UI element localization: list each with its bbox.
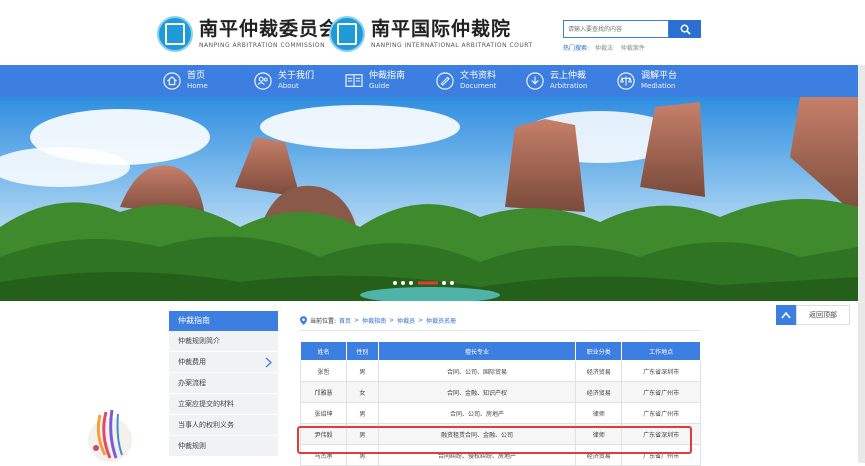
decorative-illustration-icon bbox=[88, 409, 132, 462]
nav-label-cn: 调解平台 bbox=[641, 71, 678, 81]
nav-item-document[interactable]: 文书资料 Document bbox=[435, 69, 496, 93]
column-header: 性别 bbox=[345, 341, 379, 361]
commission-emblem-icon bbox=[157, 16, 193, 52]
table-header-row: 姓名 性别 擅长专业 职业分类 工作地点 bbox=[300, 341, 701, 361]
nav-item-about[interactable]: 关于我们 About bbox=[253, 69, 314, 93]
main-nav: 首页 Home 关于我们 About 仲裁指南 Guide 文书资料 Docum… bbox=[0, 65, 858, 97]
cell-name[interactable]: 张绍坤 bbox=[300, 402, 347, 424]
cell-name[interactable]: 张哲 bbox=[300, 360, 347, 382]
logo-commission[interactable]: 南平仲裁委员会 NANPING ARBITRATION COMMISSION bbox=[157, 14, 339, 54]
nav-label-en: About bbox=[278, 82, 299, 90]
logo-commission-cn: 南平仲裁委员会 bbox=[199, 18, 340, 40]
column-header: 擅长专业 bbox=[377, 341, 577, 361]
column-header: 工作地点 bbox=[621, 341, 701, 361]
arrow-up-icon bbox=[776, 305, 796, 325]
breadcrumb-divider bbox=[300, 330, 700, 331]
book-icon bbox=[344, 71, 364, 91]
cell-specialty: 合同、金融、知识产权 bbox=[377, 381, 577, 403]
cell-gender: 男 bbox=[345, 360, 379, 382]
nav-label-cn: 仲裁指南 bbox=[369, 71, 406, 81]
cell-location: 广东省广州市 bbox=[621, 402, 701, 424]
site-header: 南平仲裁委员会 NANPING ARBITRATION COMMISSION 南… bbox=[0, 0, 865, 65]
home-icon bbox=[162, 71, 182, 91]
hot-search: 热门搜索: 仲裁法 仲裁案件 bbox=[563, 43, 651, 52]
breadcrumb-separator: > bbox=[354, 317, 360, 324]
chevron-right-icon bbox=[265, 357, 272, 368]
scale-icon bbox=[616, 71, 636, 91]
nav-label-cn: 文书资料 bbox=[460, 71, 497, 81]
nav-label-cn: 首页 bbox=[187, 71, 206, 81]
side-menu-item-fees[interactable]: 仲裁费用 bbox=[169, 352, 278, 373]
cell-location: 广东省广州市 bbox=[621, 381, 701, 403]
scrollbar-gutter[interactable] bbox=[858, 0, 865, 463]
cloud-icon bbox=[525, 71, 545, 91]
hot-search-label: 热门搜索: bbox=[563, 45, 590, 52]
document-icon bbox=[435, 71, 455, 91]
search-box bbox=[563, 20, 701, 38]
hero-banner bbox=[0, 97, 858, 301]
nav-label-en: Arbitration bbox=[550, 82, 588, 90]
column-header: 职业分类 bbox=[575, 341, 623, 361]
banner-landscape-image bbox=[0, 97, 858, 301]
breadcrumb-link[interactable]: 首页 bbox=[339, 316, 351, 325]
breadcrumb-link[interactable]: 仲裁员 bbox=[397, 316, 415, 325]
row-highlight-box bbox=[297, 426, 692, 454]
cell-specialty: 合同、公司、国际贸易 bbox=[377, 360, 577, 382]
nav-label-cn: 关于我们 bbox=[278, 71, 315, 81]
nav-label-cn: 云上仲裁 bbox=[550, 71, 587, 81]
nav-item-home[interactable]: 首页 Home bbox=[162, 69, 208, 93]
back-to-top-label: 返回顶部 bbox=[796, 305, 850, 325]
nav-label-en: Home bbox=[187, 82, 208, 90]
nav-item-guide[interactable]: 仲裁指南 Guide bbox=[344, 69, 405, 93]
breadcrumb-separator: > bbox=[389, 317, 395, 324]
logo-court-en: NANPING INTERNATIONAL ARBITRATION COURT bbox=[371, 42, 533, 49]
side-menu: 仲裁指南 仲裁规则简介 仲裁费用 办案流程 立案应提交的材料 当事人的权利义务 … bbox=[169, 311, 278, 457]
logo-court-cn: 南平国际仲裁院 bbox=[371, 18, 512, 40]
people-icon bbox=[253, 71, 273, 91]
nav-label-en: Guide bbox=[369, 82, 390, 90]
nav-label-en: Mediation bbox=[641, 82, 676, 90]
side-menu-item[interactable]: 立案应提交的材料 bbox=[169, 394, 278, 415]
breadcrumb-label: 当前位置: bbox=[310, 318, 337, 325]
breadcrumb: 当前位置: 首页 > 仲裁指南 > 仲裁员 > 仲裁员名册 bbox=[300, 316, 456, 325]
table-row[interactable]: 张绍坤 男 合同、公司、房地产 律师 广东省广州市 bbox=[300, 402, 701, 424]
logo-commission-en: NANPING ARBITRATION COMMISSION bbox=[199, 42, 326, 49]
breadcrumb-link[interactable]: 仲裁指南 bbox=[362, 316, 386, 325]
column-header: 姓名 bbox=[300, 341, 347, 361]
side-menu-item[interactable]: 办案流程 bbox=[169, 373, 278, 394]
search-button[interactable] bbox=[669, 20, 701, 38]
cell-specialty: 合同、公司、房地产 bbox=[377, 402, 577, 424]
nav-label-en: Document bbox=[460, 82, 497, 90]
logo-court[interactable]: 南平国际仲裁院 NANPING INTERNATIONAL ARBITRATIO… bbox=[329, 14, 533, 54]
hot-search-link[interactable]: 仲裁法 bbox=[595, 45, 613, 52]
breadcrumb-link[interactable]: 仲裁员名册 bbox=[426, 316, 456, 325]
breadcrumb-separator: > bbox=[418, 317, 424, 324]
nav-item-mediation[interactable]: 调解平台 Mediation bbox=[616, 69, 677, 93]
side-menu-title: 仲裁指南 bbox=[169, 311, 278, 331]
cell-gender: 男 bbox=[345, 402, 379, 424]
search-icon bbox=[680, 24, 691, 35]
court-emblem-icon bbox=[329, 16, 365, 52]
table-row[interactable]: 邝雅慧 女 合同、金融、知识产权 经济贸易 广东省广州市 bbox=[300, 381, 701, 403]
search-input[interactable] bbox=[563, 20, 669, 38]
cell-category: 经济贸易 bbox=[575, 360, 623, 382]
side-menu-item[interactable]: 仲裁规则 bbox=[169, 436, 278, 457]
cell-location: 广东省深圳市 bbox=[621, 360, 701, 382]
side-menu-item-label: 仲裁费用 bbox=[178, 358, 206, 366]
cell-category: 经济贸易 bbox=[575, 381, 623, 403]
cell-category: 律师 bbox=[575, 402, 623, 424]
side-menu-item[interactable]: 仲裁规则简介 bbox=[169, 331, 278, 352]
nav-item-arbitration[interactable]: 云上仲裁 Arbitration bbox=[525, 69, 587, 93]
table-row[interactable]: 张哲 男 合同、公司、国际贸易 经济贸易 广东省深圳市 bbox=[300, 360, 701, 382]
side-menu-item[interactable]: 当事人的权利义务 bbox=[169, 415, 278, 436]
back-to-top-button[interactable]: 返回顶部 bbox=[776, 305, 850, 325]
hot-search-link[interactable]: 仲裁案件 bbox=[621, 45, 645, 52]
cell-name[interactable]: 邝雅慧 bbox=[300, 381, 347, 403]
location-pin-icon bbox=[300, 316, 307, 325]
cell-gender: 女 bbox=[345, 381, 379, 403]
